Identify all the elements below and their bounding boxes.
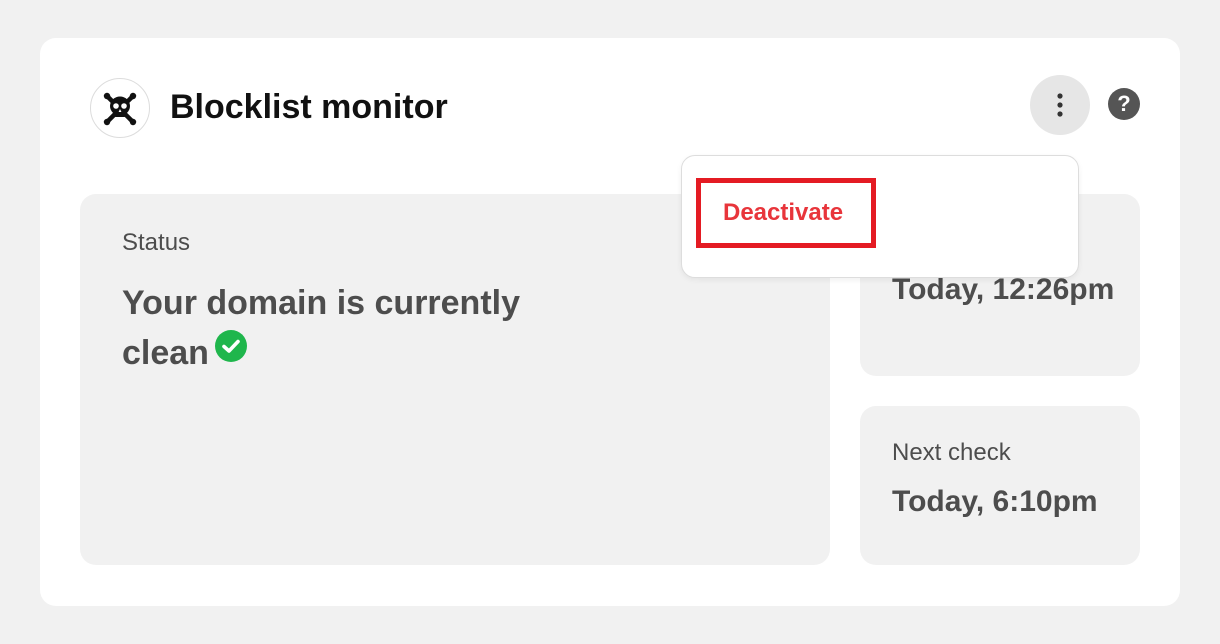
next-check-label: Next check — [892, 439, 1011, 466]
page-title: Blocklist monitor — [170, 88, 448, 126]
options-dropdown-menu: Deactivate — [681, 155, 1079, 278]
status-label: Status — [122, 229, 191, 256]
more-options-button[interactable] — [1030, 75, 1090, 135]
blocklist-monitor-card: Blocklist monitor ? Status Your domain i… — [40, 38, 1180, 606]
status-message-container: Your domain is currently clean — [122, 278, 542, 378]
status-message: Your domain is currently clean — [122, 284, 521, 372]
next-check-value: Today, 6:10pm — [892, 485, 1098, 518]
kebab-vertical-icon — [1057, 93, 1063, 117]
help-icon[interactable]: ? — [1108, 88, 1140, 120]
check-circle-icon — [214, 330, 247, 362]
next-check-panel: Next check Today, 6:10pm — [860, 406, 1140, 565]
skull-crossbones-icon — [90, 78, 150, 138]
deactivate-menu-item[interactable]: Deactivate — [696, 178, 876, 248]
